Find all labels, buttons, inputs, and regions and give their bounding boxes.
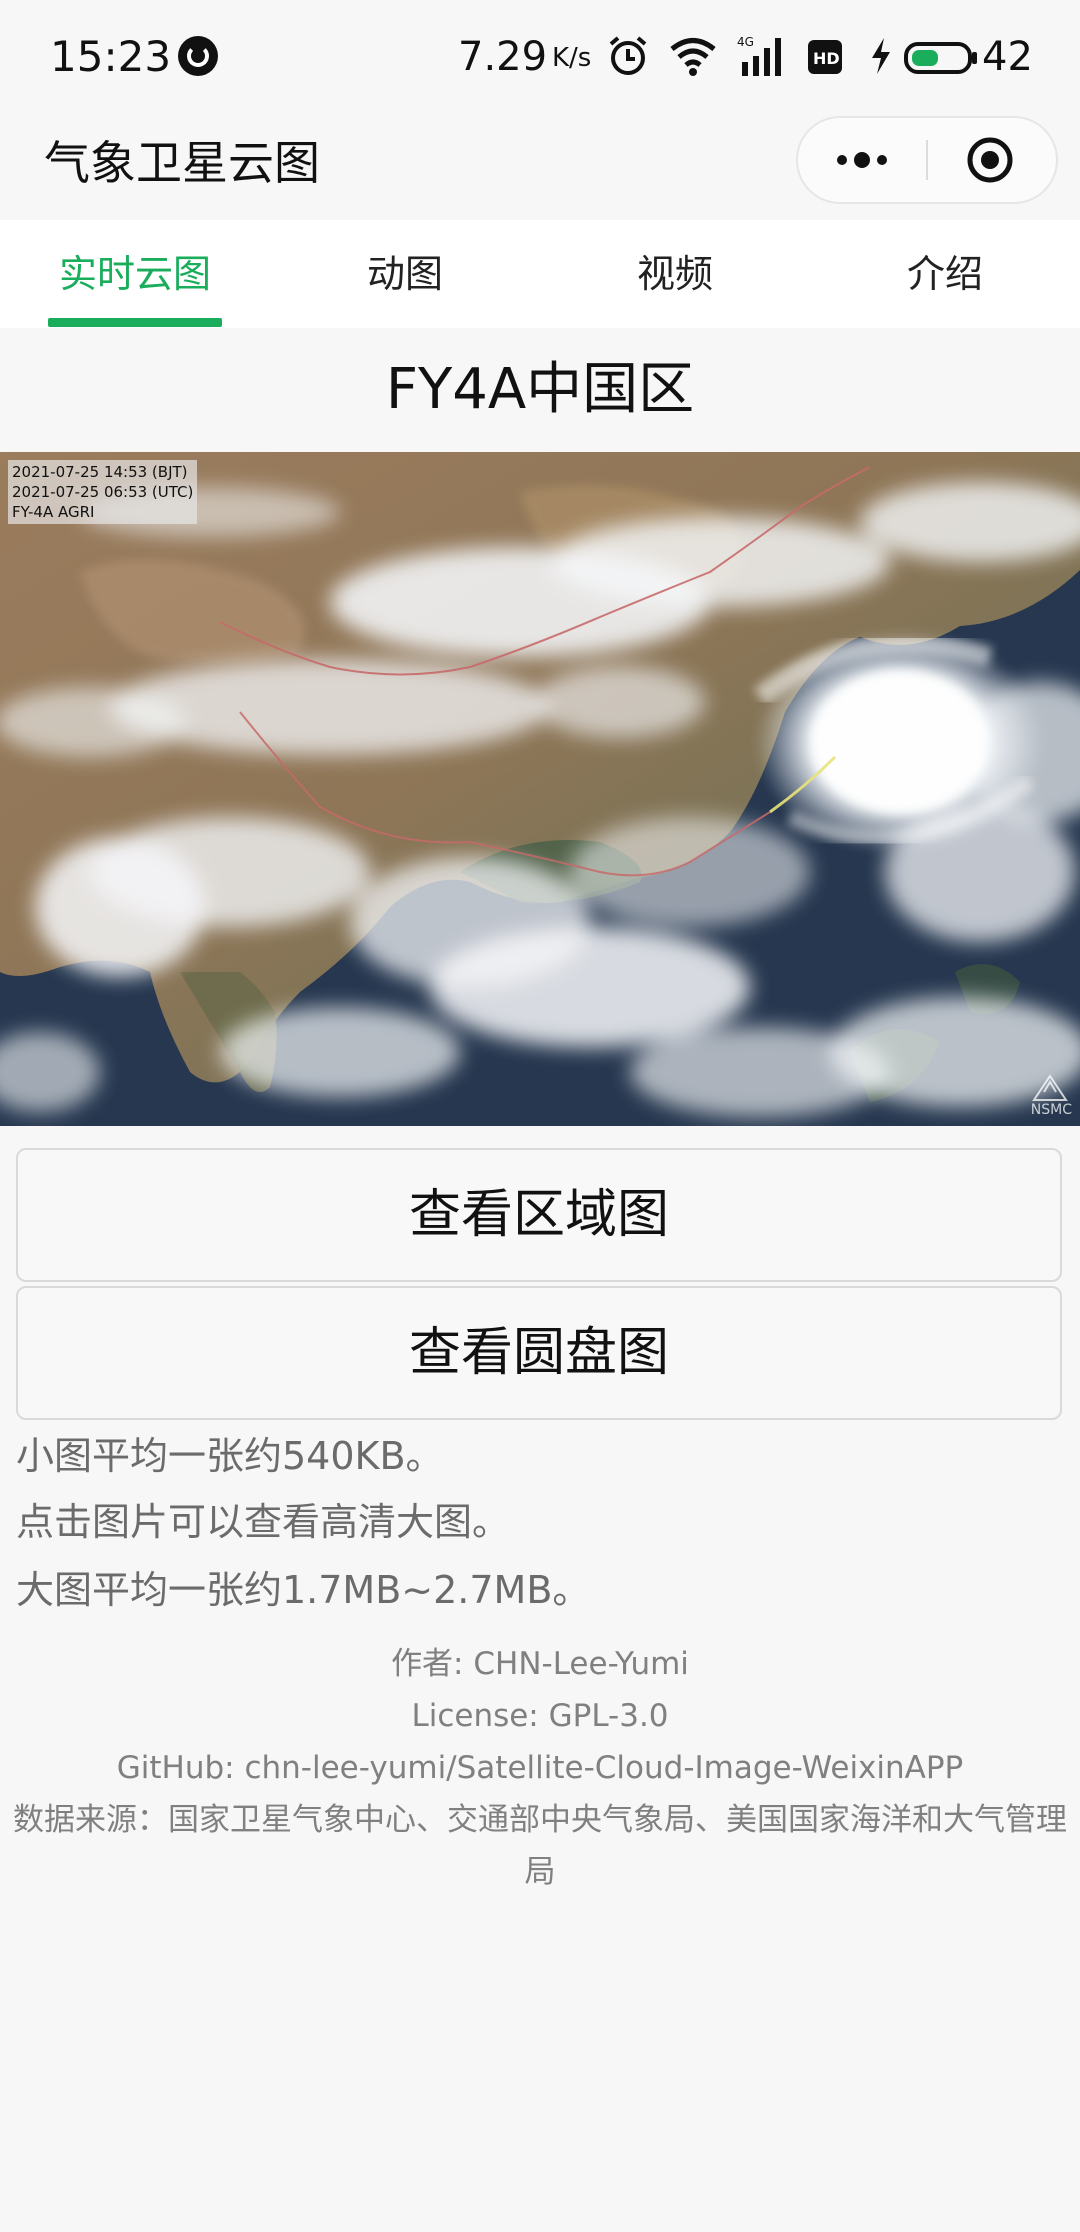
status-time: 15:23 [50,32,172,81]
image-timestamp-caption: 2021-07-25 14:53 (BJT) 2021-07-25 06:53 … [8,460,198,524]
view-region-button[interactable]: 查看区域图 [16,1148,1062,1282]
nsmc-logo-mark [1031,1074,1068,1101]
charging-icon [872,38,890,74]
region-title: FY4A中国区 [385,357,695,422]
tab-animation[interactable]: 动图 [270,220,540,328]
tab-video[interactable]: 视频 [540,220,810,328]
target-icon[interactable] [966,136,1014,184]
miniprogram-capsule [796,116,1058,204]
footer-license: License: GPL-3.0 [411,1698,669,1734]
tab-intro[interactable]: 介绍 [810,220,1080,328]
notification-icon [178,36,218,76]
tab-bar: 实时云图 动图 视频 介绍 [0,220,1080,328]
battery-icon [904,42,977,74]
satellite-cloud-image[interactable]: 2021-07-25 14:53 (BJT) 2021-07-25 06:53 … [0,452,1080,1126]
capsule-divider [926,140,928,180]
hd-icon: HD [808,40,842,74]
nav-bar: 气象卫星云图 [0,110,1080,220]
note-small-image-size: 小图平均一张约540KB。 [16,1434,444,1478]
view-disk-button[interactable]: 查看圆盘图 [16,1286,1062,1420]
network-speed: 7.29 [458,34,548,80]
network-speed-unit: K/s [552,43,592,73]
tab-realtime[interactable]: 实时云图 [0,220,270,328]
page-title: 气象卫星云图 [44,136,320,190]
network-type-label: 4G [737,35,754,49]
footer-github: GitHub: chn-lee-yumi/Satellite-Cloud-Ima… [116,1750,964,1786]
tab-active-indicator [48,318,222,327]
footer-author: 作者: CHN-Lee-Yumi [391,1646,689,1682]
battery-level: 42 [982,34,1033,80]
footer-data-source: 数据来源：国家卫星气象中心、交通部中央气象局、美国国家海洋和大气管理局 [13,1802,1067,1890]
nsmc-logo: NSMC [1031,1074,1072,1118]
status-bar: 15:23 7.29 K/s 4G HD 42 [0,0,1080,110]
note-click-image: 点击图片可以查看高清大图。 [16,1500,511,1544]
note-large-image-size: 大图平均一张约1.7MB~2.7MB。 [16,1568,591,1612]
nsmc-logo-label: NSMC [1030,1102,1072,1118]
more-dots-icon[interactable] [834,150,890,170]
signal-icon: 4G [737,35,781,76]
wifi-icon [670,38,716,76]
satellite-image-graphic [0,452,1080,1126]
hd-label: HD [813,49,840,68]
alarm-icon [609,36,647,75]
